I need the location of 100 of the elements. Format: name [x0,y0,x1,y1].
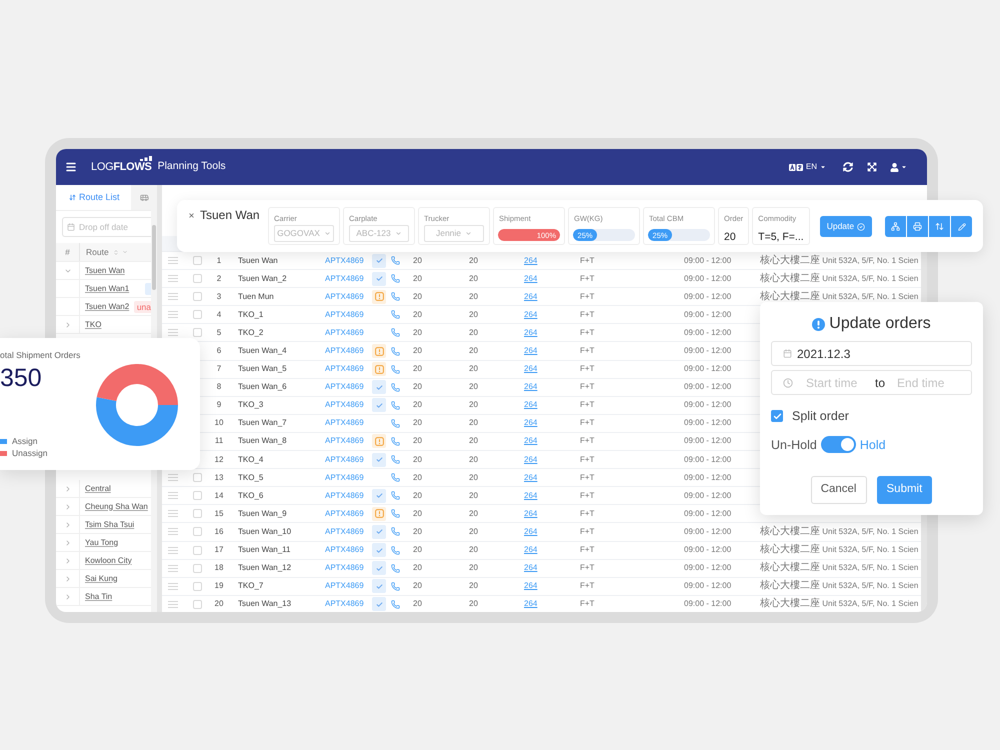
plate-link[interactable]: APTX4869 [325,472,364,482]
end-time-input[interactable]: End time [897,374,958,392]
toolbar-button[interactable] [929,216,950,237]
row-checkbox[interactable] [193,328,202,338]
drag-handle-icon[interactable] [168,510,178,518]
phone-icon[interactable] [391,473,400,482]
plate-link[interactable]: APTX4869 [325,418,364,428]
shipment-link[interactable]: 264 [524,274,538,283]
drag-handle-icon[interactable] [168,474,178,482]
route-link[interactable]: Kowloon City [85,556,132,566]
shipment-link[interactable]: 264 [524,454,538,464]
shipment-link[interactable]: 264 [524,599,538,608]
plate-link[interactable]: APTX4869 [325,346,364,356]
plate-link[interactable]: APTX4869 [325,256,364,265]
phone-icon[interactable] [391,582,400,591]
row-checkbox[interactable] [193,491,202,500]
phone-icon[interactable] [391,455,400,464]
drag-handle-icon[interactable] [168,275,178,282]
route-link[interactable]: Tsuen Wan2 [85,302,130,312]
shipment-link[interactable]: 264 [524,508,538,518]
shipment-link[interactable]: 264 [524,364,538,374]
shipment-link[interactable]: 264 [524,563,538,572]
plate-link[interactable]: APTX4869 [325,382,364,392]
route-link[interactable]: Central [85,484,111,494]
phone-icon[interactable] [391,328,400,338]
route-link[interactable]: Tsuen Wan1 [85,284,130,294]
drag-handle-icon[interactable] [168,329,178,336]
plate-link[interactable]: APTX4869 [325,454,364,464]
drag-handle-icon[interactable] [168,528,178,536]
shipment-link[interactable]: 264 [524,418,538,428]
shipment-link[interactable]: 264 [524,328,538,337]
split-order-checkbox[interactable] [771,410,783,422]
plate-link[interactable]: APTX4869 [325,310,364,319]
shipment-link[interactable]: 264 [524,346,538,356]
route-link[interactable]: Sai Kung [85,574,118,584]
shipment-link[interactable]: 264 [524,490,538,500]
route-link[interactable]: Tsuen Wan [85,266,125,276]
column-header[interactable]: Route [86,246,109,258]
menu-icon[interactable] [65,161,77,173]
drag-handle-icon[interactable] [168,293,178,300]
sidebar-tab[interactable] [131,185,151,210]
drag-handle-icon[interactable] [168,257,178,264]
plate-link[interactable]: APTX4869 [325,328,364,337]
plate-link[interactable]: APTX4869 [325,436,364,446]
date-field[interactable]: 2021.12.3 [771,341,972,366]
phone-icon[interactable] [391,346,400,356]
row-checkbox[interactable] [193,546,202,555]
phone-icon[interactable] [391,418,400,428]
filter-icon[interactable] [122,249,128,255]
plate-link[interactable]: APTX4869 [325,599,364,608]
shipment-link[interactable]: 264 [524,436,538,446]
phone-icon[interactable] [391,564,400,573]
plate-link[interactable]: APTX4869 [325,563,364,572]
row-checkbox[interactable] [193,527,202,536]
plate-link[interactable]: APTX4869 [325,508,364,518]
toolbar-button[interactable] [907,216,928,237]
shipment-link[interactable]: 264 [524,310,538,319]
hold-switch[interactable] [820,436,856,453]
phone-icon[interactable] [391,292,400,302]
drag-handle-icon[interactable] [168,311,178,318]
shipment-link[interactable]: 264 [524,472,538,482]
phone-icon[interactable] [391,256,400,266]
phone-icon[interactable] [391,509,400,518]
update-button[interactable]: Update [820,216,872,237]
row-checkbox[interactable] [193,600,202,609]
refresh-icon[interactable] [843,162,853,172]
shipment-link[interactable]: 264 [524,292,538,301]
drag-handle-icon[interactable] [168,600,178,608]
shipment-link[interactable]: 264 [524,545,538,554]
row-checkbox[interactable] [193,256,202,266]
row-checkbox[interactable] [193,274,202,284]
phone-icon[interactable] [391,400,400,410]
phone-icon[interactable] [391,436,400,446]
drag-handle-icon[interactable] [168,564,178,572]
shipment-link[interactable]: 264 [524,256,538,265]
plate-link[interactable]: APTX4869 [325,526,364,536]
drag-handle-icon[interactable] [168,546,178,554]
plate-link[interactable]: APTX4869 [325,400,364,410]
plate-link[interactable]: APTX4869 [325,581,364,590]
phone-icon[interactable] [391,527,400,536]
toolbar-button[interactable] [885,216,906,237]
route-link[interactable]: Cheung Sha Wan [85,502,148,512]
drag-handle-icon[interactable] [168,492,178,500]
row-checkbox[interactable] [193,473,202,482]
plate-link[interactable]: APTX4869 [325,490,364,500]
route-link[interactable]: Sha Tin [85,592,112,602]
language-selector[interactable]: EN [788,162,826,172]
date-input[interactable]: 2021.12.3 [797,344,917,362]
shipment-link[interactable]: 264 [524,526,538,536]
row-checkbox[interactable] [193,564,202,573]
row-checkbox[interactable] [193,509,202,518]
submit-button[interactable]: Submit [876,476,932,504]
route-link[interactable]: TKO [85,320,102,330]
phone-icon[interactable] [391,274,400,284]
route-link[interactable]: Yau Tong [85,538,118,548]
plate-link[interactable]: APTX4869 [325,364,364,374]
shipment-link[interactable]: 264 [524,400,538,410]
date-field[interactable]: Drop off date [62,217,151,237]
drag-handle-icon[interactable] [168,582,178,590]
phone-icon[interactable] [391,546,400,555]
